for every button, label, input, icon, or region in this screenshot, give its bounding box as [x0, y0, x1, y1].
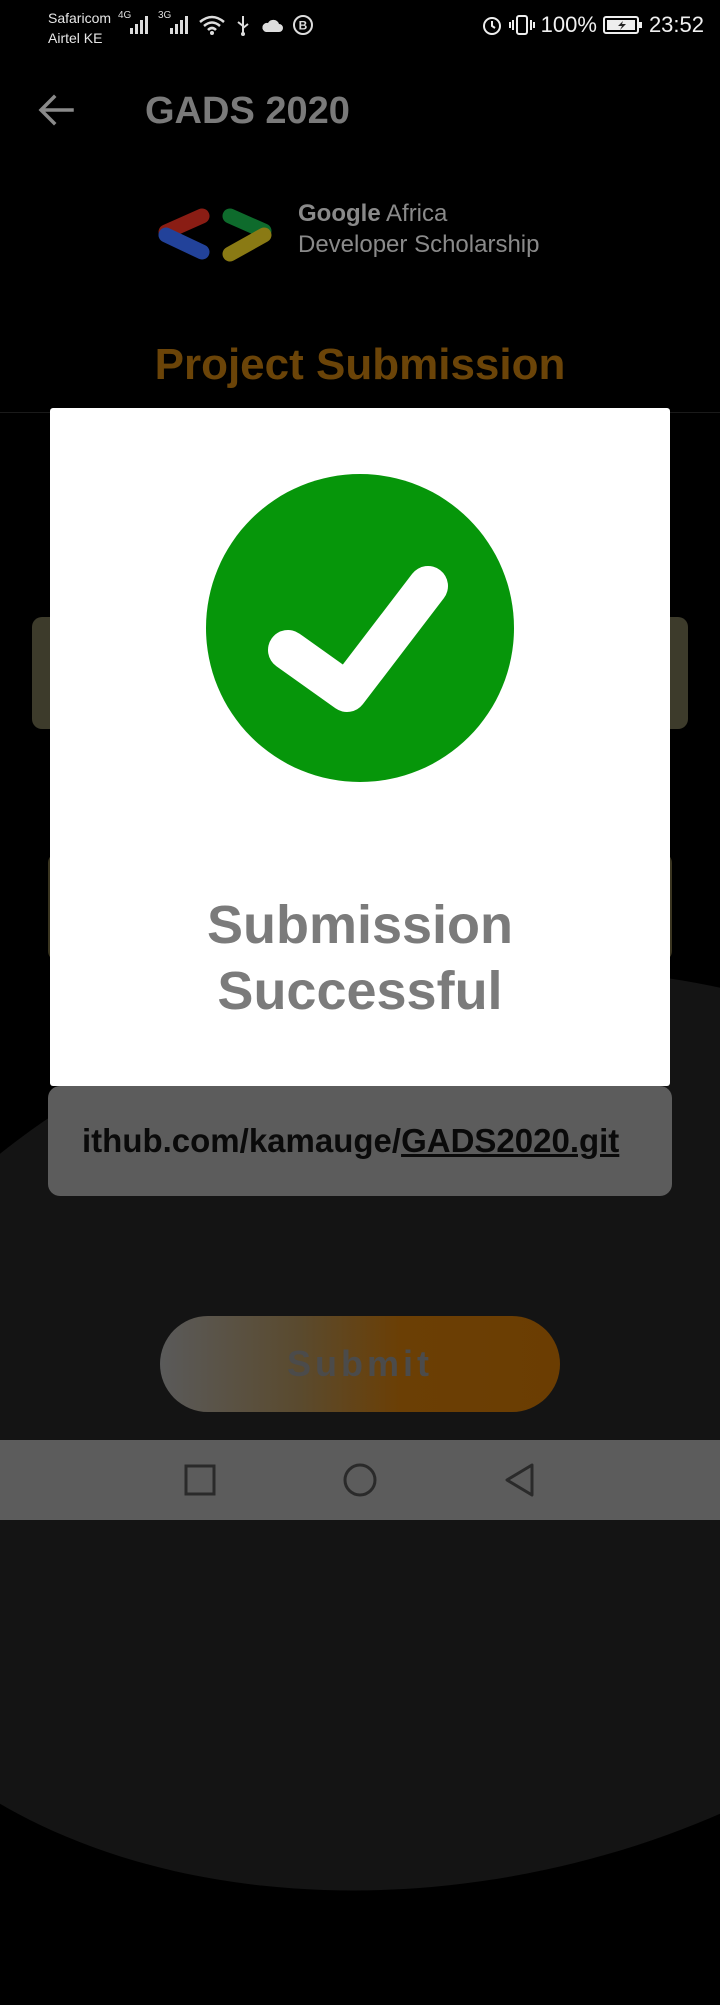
dialog-line-1: Submission: [206, 895, 514, 955]
code-brackets-logo-icon: [158, 208, 272, 262]
dialog-line-2: Successful: [217, 961, 503, 1021]
arrow-left-icon[interactable]: [36, 90, 76, 130]
usb-icon: [237, 16, 249, 36]
recents-square-icon[interactable]: [182, 1462, 218, 1498]
home-circle-icon[interactable]: [342, 1462, 378, 1498]
carrier-labels: Safaricom Airtel KE: [48, 8, 111, 48]
battery-icon: [602, 16, 642, 34]
battery-percent: 100%: [540, 12, 597, 37]
logo-google: Google: [298, 200, 381, 227]
system-nav-bar: [0, 1440, 720, 1520]
github-link-prefix: ithub.com/kamauge/: [82, 1122, 402, 1159]
svg-text:B: B: [299, 19, 308, 33]
signal-2-icon: 3G: [158, 10, 190, 36]
dialog-message: Submission Successful: [50, 892, 670, 1024]
gads-logo: Google Africa Developer Scholarship: [150, 198, 570, 268]
signal-icon: 4G: [118, 10, 150, 36]
page-heading: Project Submission: [154, 340, 566, 389]
b-icon: B: [293, 15, 313, 35]
status-left-icons: 4G 3G B: [118, 10, 314, 36]
github-link-text: ithub.com/kamauge/GADS2020.git: [82, 1122, 619, 1160]
carrier-1: Safaricom: [48, 10, 112, 26]
app-bar: GADS 2020: [0, 70, 720, 154]
submit-button[interactable]: Submit: [160, 1316, 560, 1412]
carrier-2: Airtel KE: [48, 30, 103, 46]
status-bar: Safaricom Airtel KE 4G 3G B 100% 23:52: [0, 0, 720, 56]
cloud-icon: [262, 19, 283, 32]
clock: 23:52: [648, 12, 704, 37]
github-link-repo: GADS2020.git: [401, 1122, 620, 1159]
back-triangle-icon[interactable]: [502, 1462, 538, 1498]
alarm-icon: [482, 17, 501, 35]
status-right: 100% 23:52: [481, 12, 704, 38]
app-title: GADS 2020: [145, 90, 350, 132]
logo-africa: Africa: [380, 200, 448, 227]
logo-line2: Developer Scholarship: [298, 231, 540, 258]
github-link-field[interactable]: ithub.com/kamauge/GADS2020.git: [48, 1086, 672, 1196]
network-type-2: 3G: [158, 10, 172, 21]
network-type-1: 4G: [118, 10, 132, 21]
check-circle-icon: [206, 474, 514, 782]
logo-text: Google Africa Developer Scholarship: [298, 198, 539, 260]
vibrate-icon: [508, 15, 535, 35]
success-dialog: Submission Successful: [50, 408, 670, 1086]
wifi-icon: [199, 15, 225, 35]
